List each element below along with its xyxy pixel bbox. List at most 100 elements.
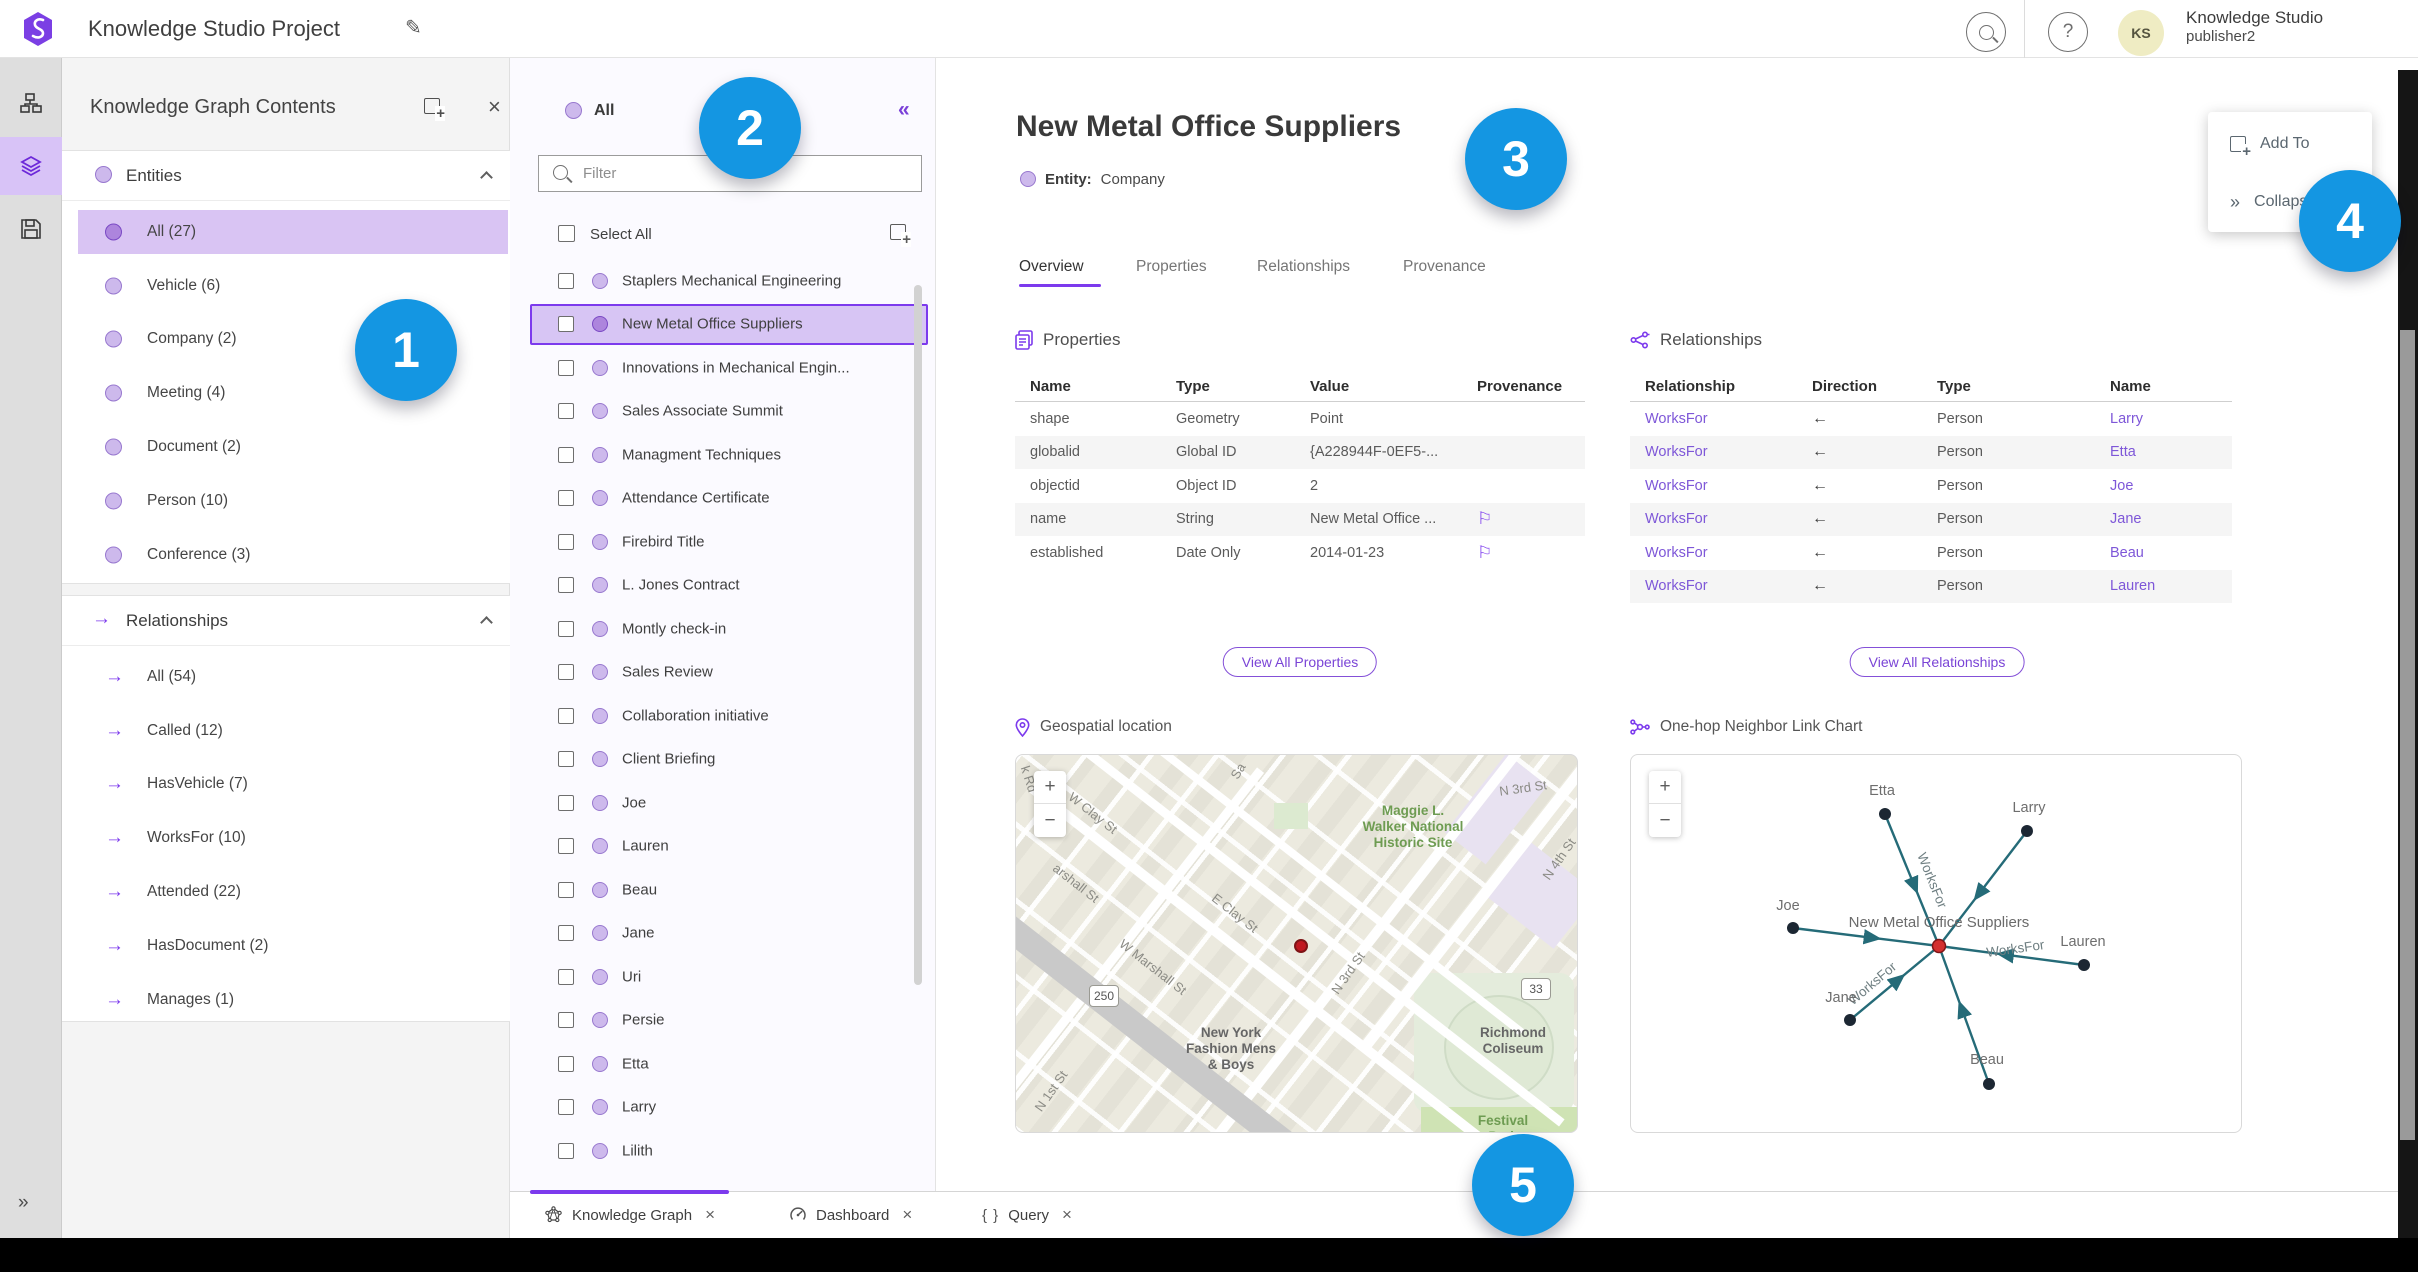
sidebar-item-entity-type[interactable]: Person (10) — [62, 474, 510, 528]
list-item[interactable]: Attendance Certificate — [510, 477, 936, 521]
bottom-tab-dashboard[interactable]: Dashboard × — [775, 1192, 926, 1238]
item-checkbox[interactable] — [558, 925, 574, 942]
item-checkbox[interactable] — [558, 794, 574, 811]
list-item[interactable]: Jane — [510, 912, 936, 956]
entity-name-link[interactable]: Jane — [2110, 511, 2232, 527]
scrollbar-thumb[interactable] — [914, 285, 922, 985]
relationship-link[interactable]: WorksFor — [1645, 511, 1812, 527]
list-item[interactable]: Managment Techniques — [510, 433, 936, 477]
edit-project-title-icon[interactable]: ✎ — [405, 15, 422, 40]
graph-node[interactable] — [1879, 808, 1891, 820]
save-icon[interactable] — [0, 200, 62, 258]
entities-header[interactable]: Entities — [62, 151, 510, 201]
relationships-header[interactable]: → Relationships — [62, 596, 510, 646]
provenance-flag-icon[interactable]: ⚐ — [1477, 509, 1585, 529]
item-checkbox[interactable] — [558, 1099, 574, 1116]
sidebar-item-entity-type[interactable]: All (27) — [62, 205, 510, 259]
entity-name-link[interactable]: Lauren — [2110, 578, 2232, 594]
schema-icon[interactable] — [0, 74, 62, 132]
list-item[interactable]: Staplers Mechanical Engineering — [510, 259, 936, 303]
relationship-link[interactable]: WorksFor — [1645, 578, 1812, 594]
map-marker[interactable] — [1294, 939, 1308, 953]
chevron-up-icon[interactable] — [480, 616, 493, 629]
view-all-properties-button[interactable]: View All Properties — [1222, 647, 1378, 677]
sidebar-item-relationship-type[interactable]: → Manages (1) — [62, 973, 510, 1027]
item-checkbox[interactable] — [558, 446, 574, 463]
item-checkbox[interactable] — [558, 838, 574, 855]
item-checkbox[interactable] — [558, 881, 574, 898]
list-item[interactable]: Beau — [510, 868, 936, 912]
item-checkbox[interactable] — [558, 968, 574, 985]
sidebar-item-relationship-type[interactable]: → Attended (22) — [62, 865, 510, 919]
item-checkbox[interactable] — [558, 664, 574, 681]
graph-node[interactable] — [1787, 922, 1799, 934]
add-to-button[interactable]: Add To — [2208, 126, 2372, 162]
item-checkbox[interactable] — [558, 316, 574, 333]
item-checkbox[interactable] — [558, 1055, 574, 1072]
sidebar-item-relationship-type[interactable]: → HasVehicle (7) — [62, 758, 510, 812]
view-all-relationships-button[interactable]: View All Relationships — [1849, 647, 2025, 677]
zoom-in-button[interactable]: + — [1649, 771, 1681, 804]
list-item[interactable]: Persie — [510, 999, 936, 1043]
item-checkbox[interactable] — [558, 577, 574, 594]
entity-name-link[interactable]: Etta — [2110, 444, 2232, 460]
item-checkbox[interactable] — [558, 533, 574, 550]
add-to-map-icon[interactable] — [424, 98, 446, 121]
item-checkbox[interactable] — [558, 272, 574, 289]
map[interactable]: k Rd W Clay St Sa E Clay St arshall St W Mars… — [1015, 754, 1578, 1133]
item-checkbox[interactable] — [558, 620, 574, 637]
item-checkbox[interactable] — [558, 1012, 574, 1029]
item-checkbox[interactable] — [558, 403, 574, 420]
list-item[interactable]: Larry — [510, 1086, 936, 1130]
list-item[interactable]: Uri — [510, 955, 936, 999]
layers-icon[interactable] — [0, 137, 62, 195]
zoom-out-button[interactable]: − — [1649, 804, 1681, 837]
help-button[interactable]: ? — [2048, 12, 2088, 52]
item-checkbox[interactable] — [558, 707, 574, 724]
sidebar-item-relationship-type[interactable]: → WorksFor (10) — [62, 811, 510, 865]
sidebar-item-relationship-type[interactable]: → HasDocument (2) — [62, 919, 510, 973]
right-scrollbar[interactable] — [2398, 70, 2418, 1272]
user-info[interactable]: Knowledge Studio publisher2 — [2186, 8, 2323, 46]
sidebar-item-entity-type[interactable]: Conference (3) — [62, 528, 510, 582]
sidebar-item-entity-type[interactable]: Document (2) — [62, 420, 510, 474]
item-checkbox[interactable] — [558, 359, 574, 376]
list-item[interactable]: Lilith — [510, 1129, 936, 1173]
bottom-tab-query[interactable]: { } Query × — [968, 1192, 1086, 1238]
entity-name-link[interactable]: Joe — [2110, 478, 2232, 494]
list-item[interactable]: Collaboration initiative — [510, 694, 936, 738]
chevron-up-icon[interactable] — [480, 171, 493, 184]
close-panel-icon[interactable]: × — [488, 94, 501, 120]
zoom-in-button[interactable]: + — [1034, 771, 1066, 804]
list-item[interactable]: Etta — [510, 1042, 936, 1086]
tab-relationships[interactable]: Relationships — [1257, 258, 1350, 276]
list-item[interactable]: New Metal Office Suppliers — [510, 303, 936, 347]
item-checkbox[interactable] — [558, 1142, 574, 1159]
list-item[interactable]: Lauren — [510, 825, 936, 869]
scrollbar-thumb[interactable] — [2400, 330, 2415, 1140]
close-tab-icon[interactable]: × — [902, 1205, 912, 1225]
zoom-out-button[interactable]: − — [1034, 804, 1066, 837]
list-item[interactable]: Montly check-in — [510, 607, 936, 651]
graph-node[interactable] — [2021, 825, 2033, 837]
tab-provenance[interactable]: Provenance — [1403, 258, 1486, 276]
link-chart[interactable]: WorksFor WorksFor WorksFor Etta Larry Joe Laur… — [1630, 754, 2242, 1133]
collapse-panel-icon[interactable]: « — [898, 98, 910, 122]
add-to-map-icon[interactable] — [890, 224, 912, 247]
list-item[interactable]: Client Briefing — [510, 738, 936, 782]
sidebar-item-relationship-type[interactable]: → All (54) — [62, 650, 510, 704]
list-item[interactable]: Sales Review — [510, 651, 936, 695]
relationship-link[interactable]: WorksFor — [1645, 411, 1812, 427]
provenance-flag-icon[interactable]: ⚐ — [1477, 543, 1585, 563]
graph-node[interactable] — [1983, 1078, 1995, 1090]
relationship-link[interactable]: WorksFor — [1645, 545, 1812, 561]
select-all-checkbox[interactable] — [558, 225, 575, 242]
avatar[interactable]: KS — [2118, 10, 2164, 56]
entity-name-link[interactable]: Larry — [2110, 411, 2232, 427]
graph-node[interactable] — [1844, 1014, 1856, 1026]
sidebar-item-relationship-type[interactable]: → Called (12) — [62, 704, 510, 758]
list-item[interactable]: Firebird Title — [510, 520, 936, 564]
tab-properties[interactable]: Properties — [1136, 258, 1207, 276]
relationship-link[interactable]: WorksFor — [1645, 444, 1812, 460]
tab-overview[interactable]: Overview — [1019, 258, 1084, 276]
